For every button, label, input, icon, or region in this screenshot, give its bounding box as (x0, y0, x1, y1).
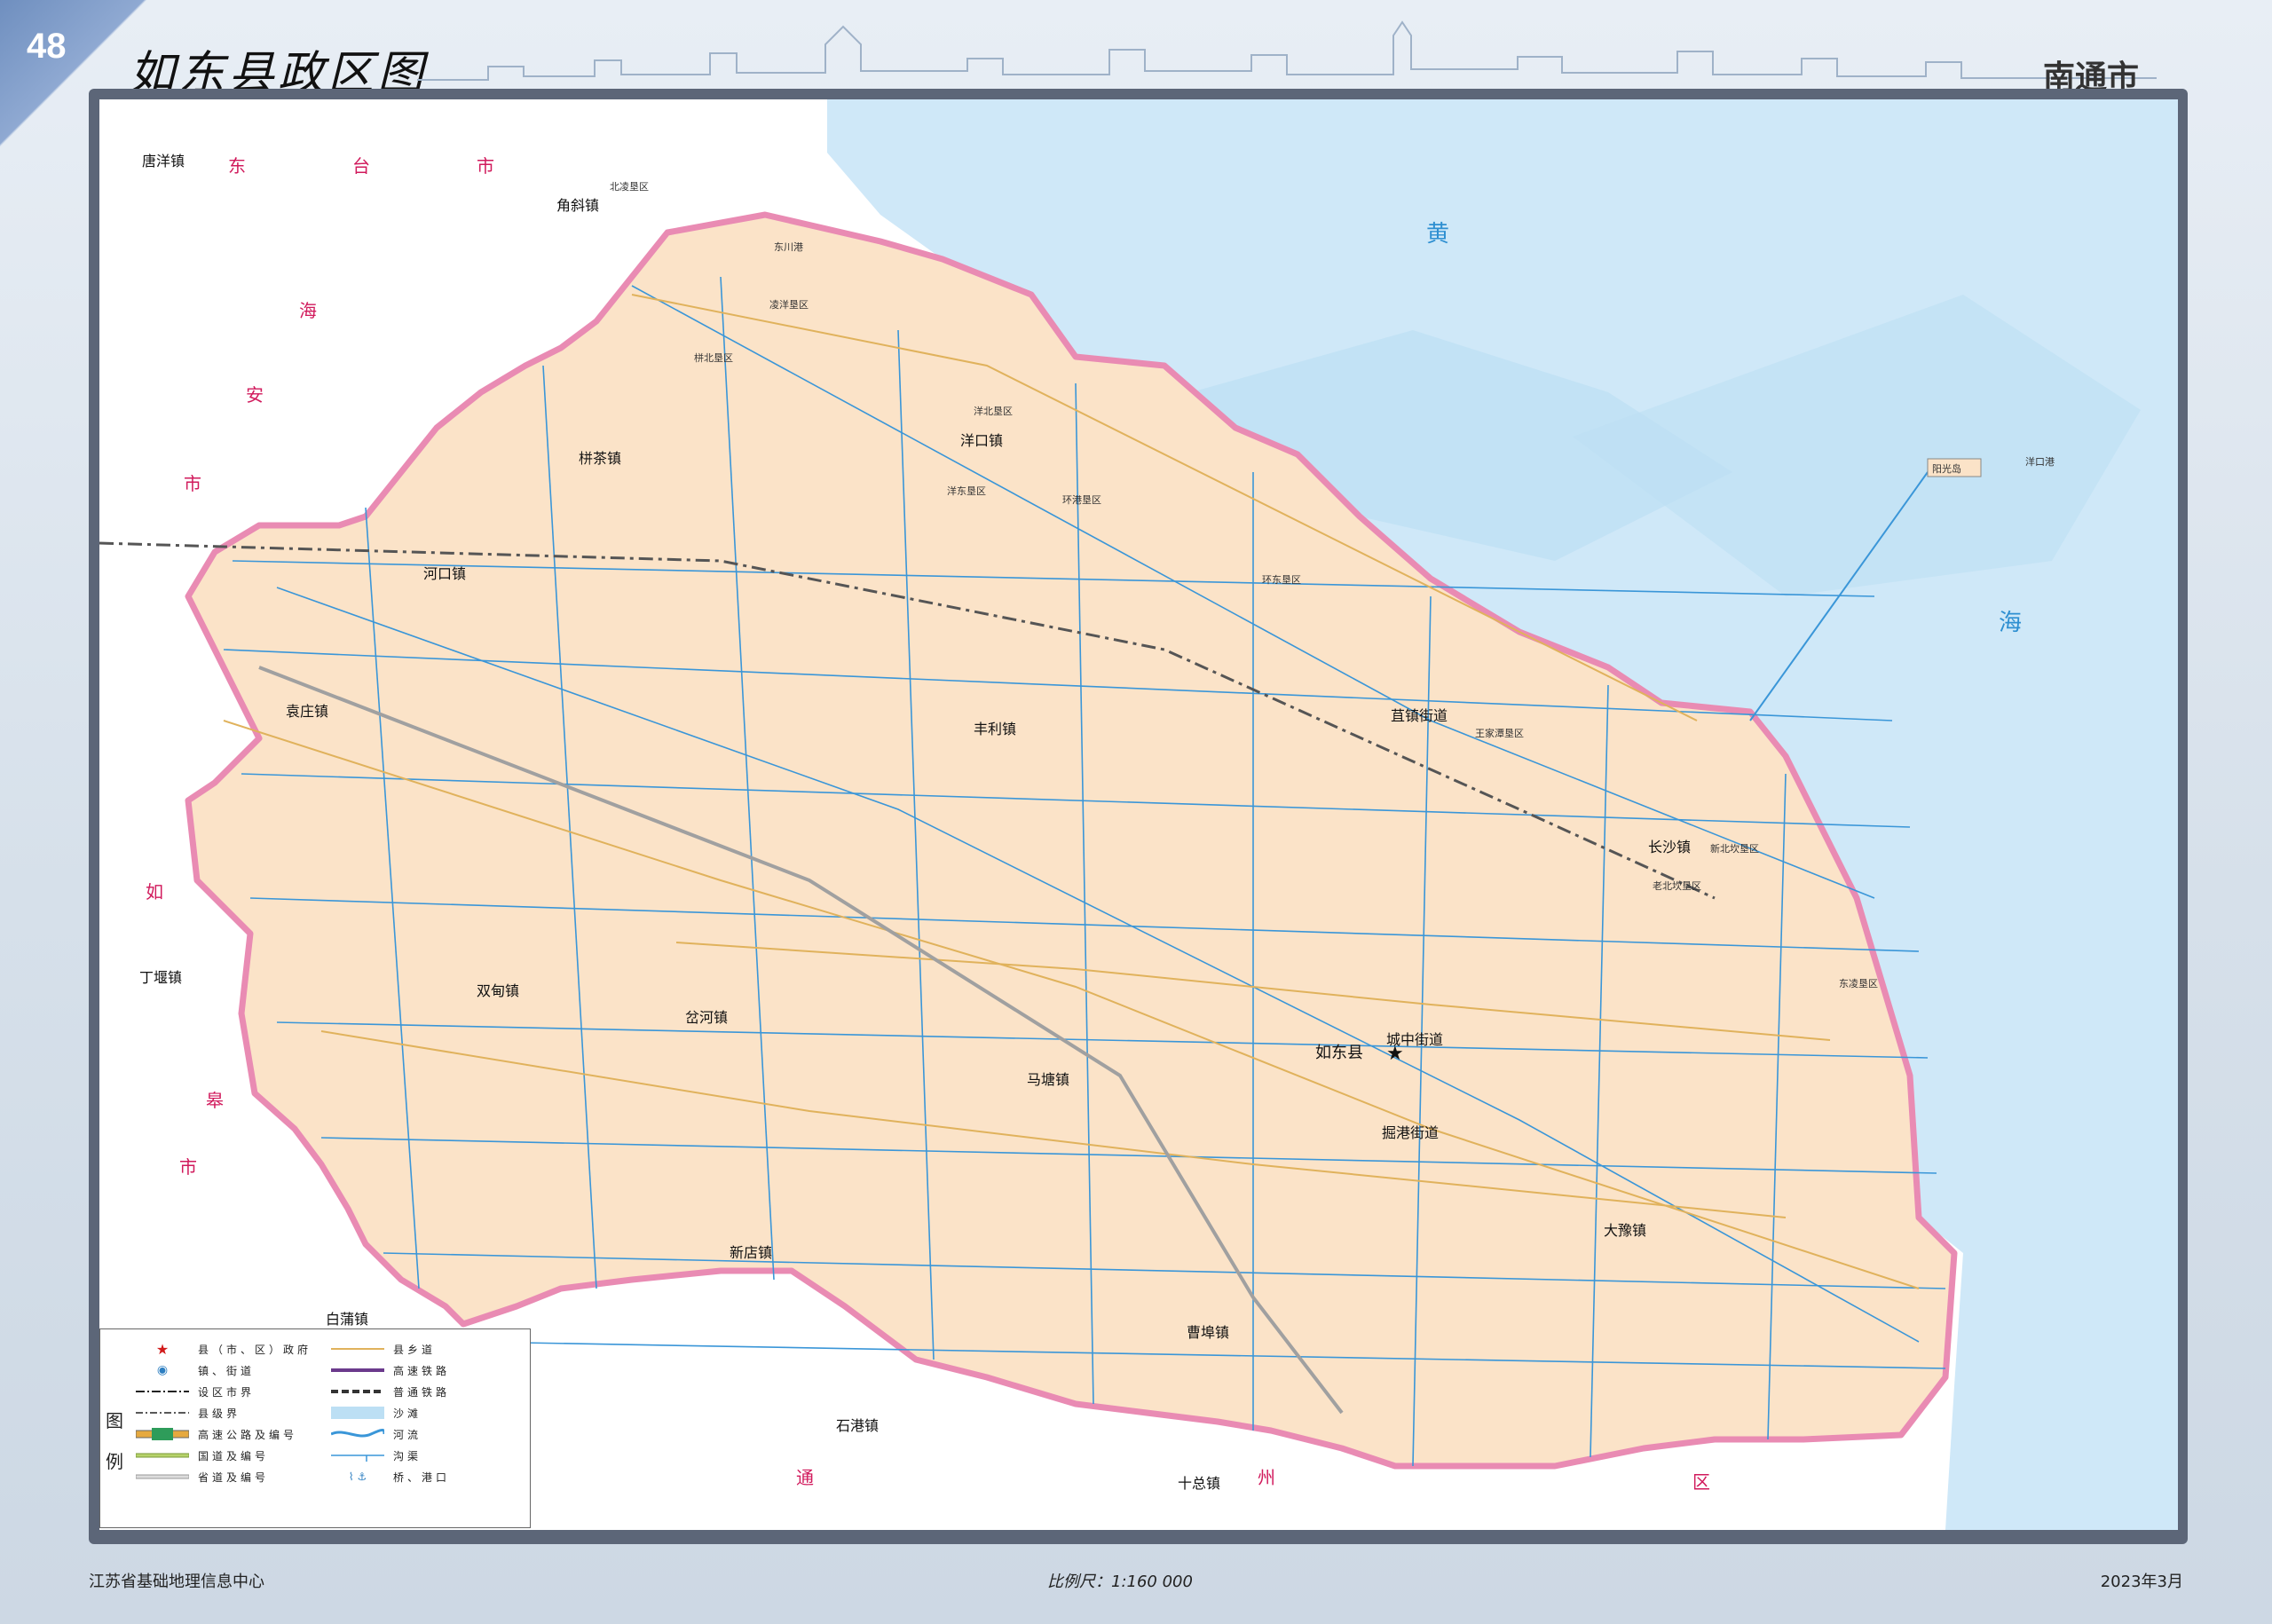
town-label[interactable]: 大豫镇 (1604, 1222, 1646, 1239)
scale-label: 比例尺：1:160 000 (1047, 1573, 1193, 1591)
legend-label: 普通铁路 (393, 1385, 451, 1399)
expressway-icon (136, 1427, 189, 1441)
publisher-label: 江苏省基础地理信息中心 (89, 1573, 264, 1591)
town-label[interactable]: 洋口镇 (960, 432, 1003, 449)
county-seat-label[interactable]: 如东县 (1315, 1044, 1363, 1062)
neighbor-label: 市 (184, 473, 201, 494)
legend-label: 国道及编号 (198, 1449, 270, 1462)
skyline-decoration (417, 20, 2157, 81)
town-label[interactable]: 岔河镇 (685, 1009, 728, 1026)
legend-label: 沟渠 (393, 1449, 422, 1462)
legend-label: 镇、街道 (198, 1364, 256, 1377)
town-label[interactable]: 栟茶镇 (579, 450, 621, 467)
area-label: 阳光岛 (1932, 462, 1961, 475)
neighbor-label: 通 (796, 1467, 814, 1488)
town-label[interactable]: 苴镇街道 (1391, 707, 1448, 724)
county-boundary-icon (136, 1406, 189, 1420)
area-label: 东川港 (774, 241, 803, 253)
area-label: 洋口港 (2025, 455, 2055, 468)
neighbor-label: 市 (179, 1156, 197, 1178)
canal-icon (331, 1448, 384, 1462)
legend-label: 高速公路及编号 (198, 1428, 298, 1441)
legend-label: 设区市界 (198, 1385, 256, 1399)
beach-icon (331, 1406, 384, 1420)
town-label[interactable]: 石港镇 (836, 1417, 879, 1434)
neighbor-label: 州 (1258, 1467, 1275, 1488)
legend: 图例 ★ 县（市、区）政府 ◉ 镇、街道 设区市界 县级界 高速公路及编号 国道及编… (99, 1328, 531, 1528)
area-label: 洋北垦区 (974, 405, 1013, 417)
legend-label: 省道及编号 (198, 1470, 270, 1484)
town-label[interactable]: 双甸镇 (477, 982, 519, 999)
neighbor-label: 区 (1692, 1471, 1710, 1493)
page-number: 48 (27, 27, 67, 66)
city-boundary-icon (136, 1384, 189, 1399)
neighbor-label: 如 (146, 881, 163, 903)
town-label[interactable]: 十总镇 (1178, 1475, 1220, 1492)
legend-label: 桥、港口 (393, 1470, 451, 1484)
national-road-icon (136, 1448, 189, 1462)
legend-heading: 图例 (106, 1410, 123, 1472)
county-road-icon (331, 1342, 384, 1356)
town-label[interactable]: 新店镇 (730, 1244, 772, 1261)
neighbor-label: 东 (228, 155, 246, 177)
town-label[interactable]: 城中街道 (1386, 1031, 1443, 1048)
area-label: 洋东垦区 (947, 485, 986, 497)
town-label[interactable]: 长沙镇 (1648, 839, 1691, 855)
bridge-port-icon: ⌇ ⚓ (348, 1470, 367, 1483)
map-canvas[interactable]: ★ 如东县 唐洋镇 角斜镇 栟茶镇 洋口镇 河口镇 袁庄镇 丰利镇 苴镇街道 长… (99, 99, 2178, 1530)
town-label[interactable]: 白蒲镇 (326, 1311, 368, 1328)
area-label: 环东垦区 (1262, 574, 1301, 586)
area-label: 环港垦区 (1062, 494, 1101, 506)
legend-label: 县级界 (198, 1407, 241, 1420)
county-seat-icon: ★ (155, 1340, 170, 1358)
town-label[interactable]: 丁堰镇 (139, 969, 182, 986)
legend-label: 沙滩 (393, 1407, 422, 1420)
town-dot-icon: ◉ (156, 1363, 169, 1377)
provincial-road-icon (136, 1470, 189, 1484)
map-area[interactable]: ★ 如东县 唐洋镇 角斜镇 栟茶镇 洋口镇 河口镇 袁庄镇 丰利镇 苴镇街道 长… (99, 99, 2178, 1530)
area-label: 凌洋垦区 (769, 298, 809, 311)
town-label[interactable]: 角斜镇 (556, 197, 599, 214)
sea-label: 黄 (1426, 221, 1449, 248)
legend-label: 县乡道 (393, 1343, 437, 1356)
town-label[interactable]: 河口镇 (423, 565, 466, 582)
neighbor-label: 市 (477, 155, 494, 177)
legend-left-column: ★ 县（市、区）政府 ◉ 镇、街道 设区市界 县级界 高速公路及编号 国道及编号 省… (136, 1338, 312, 1487)
neighbor-label: 皋 (206, 1090, 224, 1111)
town-label[interactable]: 掘港街道 (1382, 1124, 1439, 1141)
town-label[interactable]: 袁庄镇 (286, 703, 328, 720)
area-label: 东凌垦区 (1839, 977, 1878, 989)
river-icon (331, 1427, 384, 1441)
town-label[interactable]: 丰利镇 (974, 721, 1016, 737)
neighbor-label: 海 (299, 300, 317, 321)
town-label[interactable]: 曹埠镇 (1187, 1324, 1229, 1341)
area-label: 栟北垦区 (694, 351, 733, 364)
legend-label: 高速铁路 (393, 1364, 451, 1377)
area-label: 新北坎垦区 (1710, 842, 1759, 855)
neighbor-label: 台 (352, 155, 370, 177)
date-label: 2023年3月 (2100, 1573, 2183, 1591)
town-label[interactable]: 马塘镇 (1027, 1071, 1069, 1088)
legend-right-column: 县乡道 高速铁路 普通铁路 沙滩 河流 沟渠 ⌇ ⚓ 桥、港口 (331, 1338, 450, 1487)
legend-label: 县（市、区）政府 (198, 1343, 312, 1356)
legend-label: 河流 (393, 1428, 422, 1441)
sea-label: 海 (1999, 610, 2022, 636)
railway-icon (331, 1384, 384, 1399)
area-label: 王家潭垦区 (1475, 727, 1524, 739)
neighbor-label: 安 (246, 384, 264, 406)
area-label: 老北坎垦区 (1653, 880, 1701, 892)
town-label[interactable]: 唐洋镇 (142, 153, 185, 169)
area-label: 北凌垦区 (610, 180, 649, 193)
high-speed-rail-icon (331, 1363, 384, 1377)
